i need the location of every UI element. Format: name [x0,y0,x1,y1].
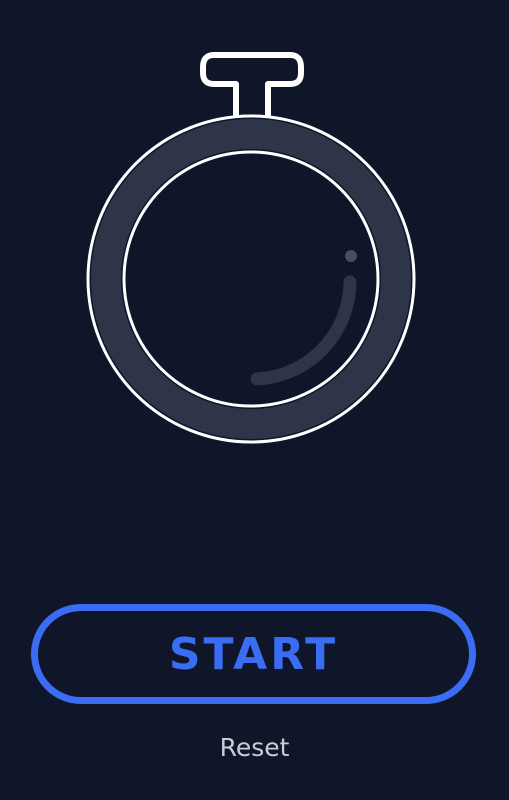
stopwatch-screen: START Reset [0,0,509,800]
stopwatch-crown [200,52,304,116]
stopwatch-indicator-dot [345,250,357,262]
stopwatch-inner-outline [122,150,380,408]
stopwatch-icon [86,52,416,444]
reset-link[interactable]: Reset [0,733,509,762]
start-button[interactable]: START [31,604,476,704]
start-button-label: START [168,628,339,680]
